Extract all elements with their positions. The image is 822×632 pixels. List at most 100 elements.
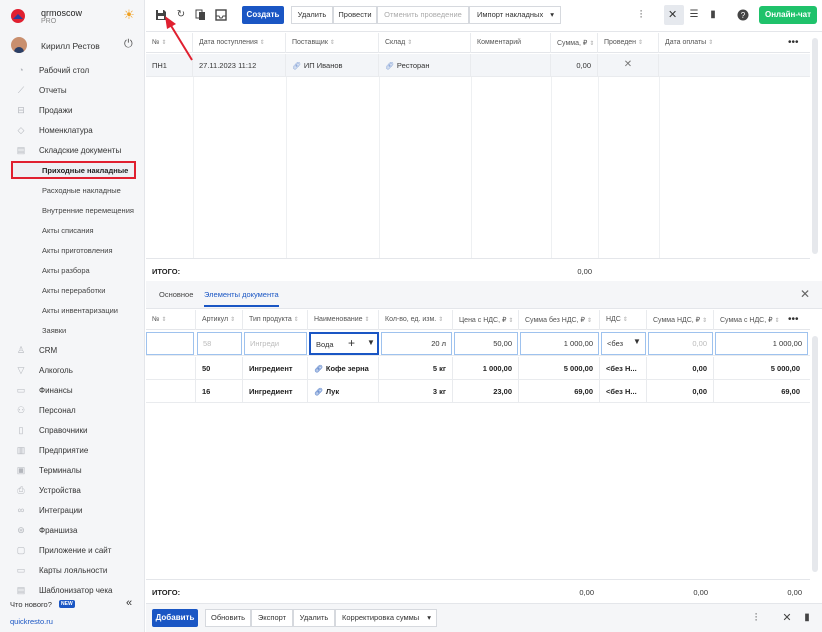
collapse-sidebar-icon[interactable]: « (126, 597, 132, 609)
price-input[interactable]: 50,00 (454, 332, 518, 355)
more-options-icon[interactable]: ••• (788, 37, 799, 48)
vat-select[interactable]: <без ▼ (601, 332, 646, 355)
col-header-date[interactable]: Дата поступления ⇕ (193, 33, 286, 53)
sidebar-item-crm[interactable]: ♙ CRM (0, 341, 145, 359)
brand[interactable]: qrmoscow PRO ☀ (0, 0, 145, 32)
number-input[interactable] (146, 332, 194, 355)
whats-new-link[interactable]: Что нового? (10, 600, 52, 609)
sidebar: qrmoscow PRO ☀ Кирилл Рестов ⏻ ◔ Рабочий… (0, 0, 145, 632)
product-type-input[interactable]: Ингреди (244, 332, 307, 355)
sidebar-item-franchise[interactable]: ⊛ Франшиза (0, 521, 145, 539)
col-header-sum[interactable]: Сумма, ₽ ⇕ (551, 33, 598, 53)
more-options-icon[interactable]: ••• (788, 314, 799, 325)
link-icon[interactable]: 🔗︎ (385, 63, 394, 70)
qty-input[interactable]: 20 л (381, 332, 452, 355)
table-row[interactable]: 16 Ингредиент 🔗︎ Лук 3 кг 23,00 69,00 <бе… (146, 380, 810, 403)
col-header-number[interactable]: № ⇕ (146, 310, 196, 330)
sidebar-item-sales[interactable]: ⊟ Продажи (0, 101, 145, 119)
sidebar-item-loyalty-cards[interactable]: ▭ Карты лояльности (0, 561, 145, 579)
top-toolbar: ↻ Создать Удалить Провести Отменить пров… (146, 0, 822, 32)
trash-icon[interactable]: ▮ (707, 9, 719, 21)
link-icon[interactable]: 🔗︎ (314, 389, 323, 396)
sidebar-item-reports[interactable]: ⟋ Отчеты (0, 81, 145, 99)
user-profile[interactable]: Кирилл Рестов ⏻ (0, 36, 145, 56)
conduct-button[interactable]: Провести (333, 6, 377, 24)
sidebar-item-app-site[interactable]: ▢ Приложение и сайт (0, 541, 145, 559)
link-icon[interactable]: 🔗︎ (314, 366, 323, 373)
col-header-price-vat[interactable]: Цена с НДС, ₽ ⇕ (453, 310, 519, 330)
sidebar-subitem-inventory-acts[interactable]: Акты инвентаризации (0, 301, 145, 319)
col-header-conducted[interactable]: Проведен ⇕ (598, 33, 659, 53)
add-icon[interactable]: + (348, 336, 355, 350)
sidebar-subitem-writeoff-acts[interactable]: Акты списания (0, 221, 145, 239)
col-header-supplier[interactable]: Поставщик ⇕ (286, 33, 379, 53)
col-header-label: НДС (606, 316, 621, 323)
sidebar-item-personnel[interactable]: ⚇ Персонал (0, 401, 145, 419)
delete-button[interactable]: Удалить (291, 6, 333, 24)
col-header-warehouse[interactable]: Склад ⇕ (379, 33, 471, 53)
sidebar-subitem-internal-transfers[interactable]: Внутренние перемещения (0, 201, 145, 219)
col-header-qty[interactable]: Кол-во, ед. изм. ⇕ (379, 310, 453, 330)
sidebar-item-terminals[interactable]: ▣ Терминалы (0, 461, 145, 479)
tab-main[interactable]: Основное (159, 290, 193, 299)
sum-vat-input[interactable]: 1 000,00 (715, 332, 808, 355)
create-button[interactable]: Создать (242, 6, 284, 24)
sidebar-item-references[interactable]: ▯ Справочники (0, 421, 145, 439)
table-row-editing[interactable]: 58 Ингреди Вода + ▼ 20 л 50,00 1 000,00 … (146, 331, 810, 356)
col-header-paydate[interactable]: Дата оплаты ⇕ (659, 33, 778, 53)
tools-toggle-button[interactable]: ✕ (664, 5, 684, 25)
add-button[interactable]: Добавить (152, 609, 198, 627)
list-icon[interactable]: ☰ (688, 9, 700, 21)
elements-scrollbar[interactable] (812, 336, 818, 572)
col-header-name[interactable]: Наименование ⇕ (308, 310, 379, 330)
col-header-sum-no-vat[interactable]: Сумма без НДС, ₽ ⇕ (519, 310, 600, 330)
link-icon[interactable]: 🔗︎ (292, 63, 301, 70)
vat-sum-input[interactable]: 0,00 (648, 332, 713, 355)
theme-sun-icon[interactable]: ☀ (122, 8, 136, 22)
site-link[interactable]: quickresto.ru (10, 617, 53, 626)
online-chat-button[interactable]: Онлайн-чат (759, 6, 817, 24)
col-header-vat-sum[interactable]: Сумма НДС, ₽ ⇕ (647, 310, 714, 330)
sidebar-item-nomenclature[interactable]: ◇ Номенклатура (0, 121, 145, 139)
sidebar-subitem-cooking-acts[interactable]: Акты приготовления (0, 241, 145, 259)
name-input[interactable]: Вода + ▼ (309, 332, 379, 355)
sidebar-item-enterprise[interactable]: ▥ Предприятие (0, 441, 145, 459)
invoices-scrollbar[interactable] (812, 38, 818, 254)
sidebar-item-alcohol[interactable]: ▽ Алкоголь (0, 361, 145, 379)
refresh-button[interactable]: Обновить (205, 609, 251, 627)
col-header-article[interactable]: Артикул ⇕ (196, 310, 243, 330)
col-header-sum-vat[interactable]: Сумма с НДС, ₽ ⇕ (714, 310, 786, 330)
col-header-product-type[interactable]: Тип продукта ⇕ (243, 310, 308, 330)
sidebar-subitem-incoming-invoices[interactable]: Приходные накладные (11, 161, 136, 179)
tab-document-elements[interactable]: Элементы документа (204, 290, 279, 307)
col-header-vat[interactable]: НДС ⇕ (600, 310, 647, 330)
sidebar-subitem-requests[interactable]: Заявки (0, 321, 145, 339)
article-input[interactable]: 58 (197, 332, 242, 355)
sidebar-item-devices[interactable]: ⎙ Устройства (0, 481, 145, 499)
sidebar-item-warehouse-docs[interactable]: ▤ Складские документы (0, 141, 145, 159)
columns-settings-icon[interactable]: ⫶ (635, 9, 647, 21)
caret-down-icon[interactable]: ▼ (367, 338, 375, 347)
cancel-conduct-button[interactable]: Отменить проведение (377, 6, 469, 24)
col-header-comment[interactable]: Комментарий (471, 33, 551, 53)
table-row[interactable]: ПН1 27.11.2023 11:12 🔗︎ ИП Иванов 🔗︎ Ресто… (146, 54, 810, 77)
inbox-icon[interactable] (215, 9, 227, 21)
help-icon[interactable]: ? (737, 9, 749, 21)
delete-button[interactable]: Удалить (293, 609, 335, 627)
sidebar-subitem-processing-acts[interactable]: Акты переработки (0, 281, 145, 299)
columns-settings-icon[interactable]: ⫶ (750, 612, 762, 624)
sidebar-item-finance[interactable]: ▭ Финансы (0, 381, 145, 399)
close-panel-icon[interactable]: ✕ (800, 287, 810, 301)
import-invoices-dropdown[interactable]: Импорт накладных ▾ (469, 6, 561, 24)
sum-no-vat-input[interactable]: 1 000,00 (520, 332, 599, 355)
table-row[interactable]: 50 Ингредиент 🔗︎ Кофе зерна 5 кг 1 000,00… (146, 357, 810, 380)
export-button[interactable]: Экспорт (251, 609, 293, 627)
tools-icon[interactable]: ✕ (781, 612, 793, 624)
sidebar-item-dashboard[interactable]: ◔ Рабочий стол (0, 61, 145, 79)
adjust-sum-dropdown[interactable]: Корректировка суммы ▾ (335, 609, 437, 627)
trash-icon[interactable]: ▮ (801, 612, 813, 624)
sidebar-subitem-disassembly-acts[interactable]: Акты разбора (0, 261, 145, 279)
sidebar-subitem-outgoing-invoices[interactable]: Расходные накладные (0, 181, 145, 199)
sidebar-item-integrations[interactable]: ∞ Интеграции (0, 501, 145, 519)
logout-power-icon[interactable]: ⏻ (124, 38, 133, 51)
